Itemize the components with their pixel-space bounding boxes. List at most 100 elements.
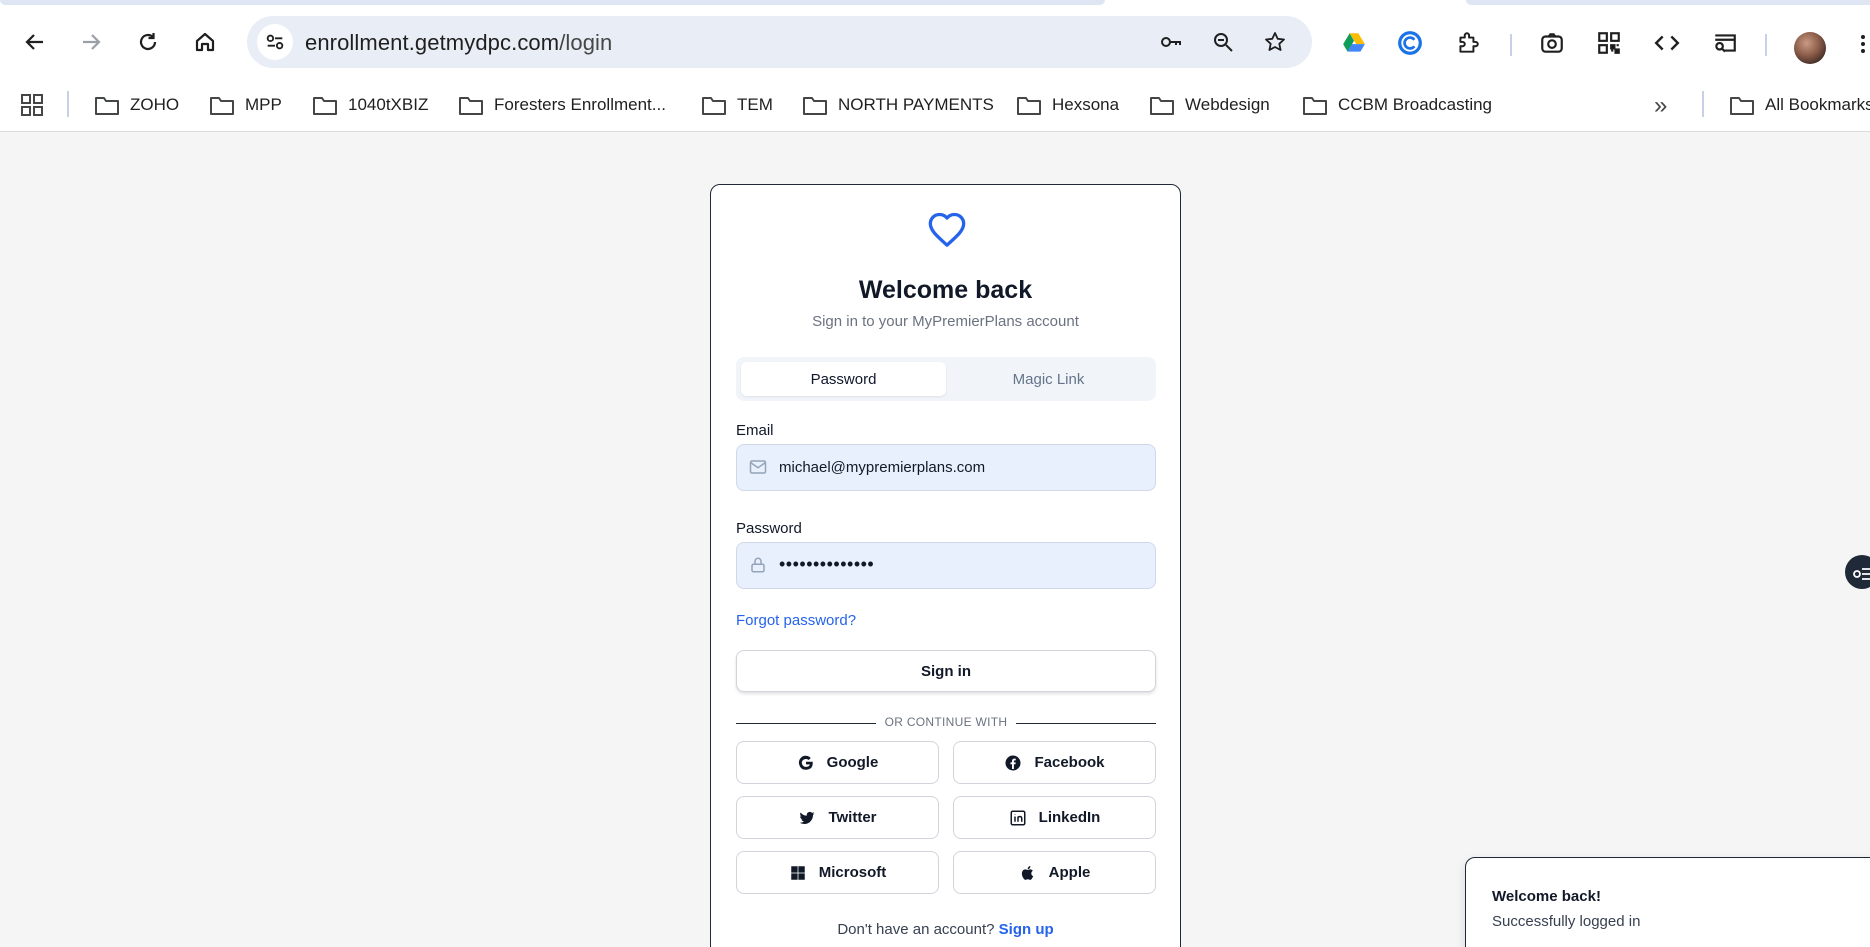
reading-mode-button[interactable] xyxy=(1708,26,1742,60)
bookmark-label: All Bookmarks xyxy=(1765,95,1870,114)
linkedin-login-button[interactable]: LinkedIn xyxy=(953,796,1156,839)
all-bookmarks-folder[interactable]: All Bookmarks xyxy=(1729,90,1870,120)
forward-button[interactable] xyxy=(71,22,111,62)
extensions-button[interactable] xyxy=(1451,26,1485,60)
folder-icon xyxy=(1730,97,1754,115)
back-button[interactable] xyxy=(15,22,55,62)
bookmark-folder[interactable]: NORTH PAYMENTS xyxy=(802,90,994,120)
bookmark-label: CCBM Broadcasting xyxy=(1338,95,1493,114)
apps-grid-icon[interactable] xyxy=(20,93,44,117)
social-label: Google xyxy=(826,754,879,771)
toolbar-separator xyxy=(1765,34,1767,56)
microsoft-icon xyxy=(791,865,805,880)
twitter-login-button[interactable]: Twitter xyxy=(736,796,939,839)
bookmark-folder[interactable]: MPP xyxy=(209,90,282,120)
bookmark-folder[interactable]: Hexsona xyxy=(1016,90,1119,120)
divider-text: OR CONTINUE WITH xyxy=(736,715,1156,729)
sign-up-link[interactable]: Sign up xyxy=(999,921,1054,938)
zoom-button[interactable] xyxy=(1209,28,1237,56)
browser-tab-active[interactable] xyxy=(0,0,1105,5)
bookmark-folder[interactable]: Webdesign xyxy=(1149,90,1270,120)
microsoft-login-button[interactable]: Microsoft xyxy=(736,851,939,894)
google-login-button[interactable]: Google xyxy=(736,741,939,784)
social-label: LinkedIn xyxy=(1038,809,1101,826)
browser-menu-button[interactable] xyxy=(1856,32,1870,62)
bookmark-label: ZOHO xyxy=(130,95,180,114)
google-drive-extension[interactable] xyxy=(1337,26,1371,60)
bookmark-label: Hexsona xyxy=(1052,95,1120,114)
bookmarks-separator xyxy=(67,91,69,117)
bookmark-label: Webdesign xyxy=(1185,95,1270,114)
folder-icon xyxy=(95,97,119,115)
address-bar[interactable]: enrollment.getmydpc.com/login xyxy=(247,16,1312,68)
star-icon xyxy=(1265,32,1285,51)
password-field[interactable]: •••••••••••••• xyxy=(736,542,1156,589)
heart-icon xyxy=(928,212,966,247)
bookmark-folder[interactable]: Foresters Enrollment... xyxy=(458,90,666,120)
social-label: Apple xyxy=(1048,864,1091,881)
apple-login-button[interactable]: Apple xyxy=(953,851,1156,894)
sign-in-button[interactable]: Sign in xyxy=(736,650,1156,692)
bookmark-folder[interactable]: ZOHO xyxy=(94,90,179,120)
key-icon xyxy=(1161,37,1181,47)
toolbar-separator xyxy=(1510,34,1512,56)
bookmark-star-button[interactable] xyxy=(1261,28,1289,56)
folder-icon xyxy=(1303,97,1327,115)
toast-notification: Welcome back! Successfully logged in xyxy=(1465,857,1870,947)
reload-button[interactable] xyxy=(128,22,168,62)
apple-icon xyxy=(1021,865,1033,880)
puzzle-icon xyxy=(1459,32,1479,53)
qr-code-icon xyxy=(1598,32,1620,54)
circle-c-icon xyxy=(1398,31,1422,55)
password-label: Password xyxy=(736,520,802,537)
signup-text: Don't have an account? xyxy=(837,921,995,938)
zoom-out-icon xyxy=(1214,33,1233,52)
bookmark-folder[interactable]: TEM xyxy=(701,90,773,120)
password-key-button[interactable] xyxy=(1157,28,1185,56)
divider-label: OR CONTINUE WITH xyxy=(876,715,1016,729)
qr-code-button[interactable] xyxy=(1592,26,1626,60)
login-method-tabs: Password Magic Link xyxy=(736,357,1156,401)
facebook-login-button[interactable]: Facebook xyxy=(953,741,1156,784)
login-card: Welcome back Sign in to your MyPremierPl… xyxy=(710,184,1181,947)
folder-icon xyxy=(210,97,234,115)
url-text: enrollment.getmydpc.com/login xyxy=(305,30,612,56)
folder-icon xyxy=(459,97,483,115)
tune-icon xyxy=(266,34,284,50)
email-field[interactable]: michael@mypremierplans.com xyxy=(736,444,1156,491)
lock-icon xyxy=(751,557,765,573)
site-info-button[interactable] xyxy=(257,24,293,60)
bookmark-label: NORTH PAYMENTS xyxy=(838,95,994,114)
bookmark-folder[interactable]: 1040tXBIZ xyxy=(312,90,428,120)
more-bookmarks-button[interactable]: » xyxy=(1654,92,1667,120)
bookmarks-bar: ZOHO MPP 1040tXBIZ Foresters Enrollment.… xyxy=(0,78,1870,132)
folder-icon xyxy=(803,97,827,115)
social-label: Twitter xyxy=(828,809,877,826)
screenshot-button[interactable] xyxy=(1535,26,1569,60)
devtools-button[interactable] xyxy=(1650,26,1684,60)
password-value: •••••••••••••• xyxy=(779,554,875,574)
folder-icon xyxy=(1017,97,1041,115)
bookmarks-separator xyxy=(1702,91,1704,117)
home-button[interactable] xyxy=(185,22,225,62)
tab-password[interactable]: Password xyxy=(741,362,946,396)
arrow-left-icon xyxy=(25,34,43,50)
facebook-icon xyxy=(1005,755,1021,770)
twitter-icon xyxy=(799,811,815,824)
profile-avatar[interactable] xyxy=(1794,32,1826,64)
forgot-password-link[interactable]: Forgot password? xyxy=(736,612,856,629)
browser-tab[interactable] xyxy=(1466,0,1870,5)
folder-icon xyxy=(1150,97,1174,115)
toast-description: Successfully logged in xyxy=(1492,913,1641,930)
email-value: michael@mypremierplans.com xyxy=(779,459,986,476)
browser-toolbar: enrollment.getmydpc.com/login xyxy=(0,6,1870,78)
url-path: /login xyxy=(559,30,613,55)
bookmark-label: 1040tXBIZ xyxy=(348,95,429,114)
tab-magic-link[interactable]: Magic Link xyxy=(946,362,1151,396)
social-label: Microsoft xyxy=(818,864,887,881)
url-host: enrollment.getmydpc.com xyxy=(305,30,560,55)
extension-c[interactable] xyxy=(1393,26,1427,60)
bookmark-label: TEM xyxy=(737,95,773,114)
bookmark-folder[interactable]: CCBM Broadcasting xyxy=(1302,90,1492,120)
folder-icon xyxy=(702,97,726,115)
